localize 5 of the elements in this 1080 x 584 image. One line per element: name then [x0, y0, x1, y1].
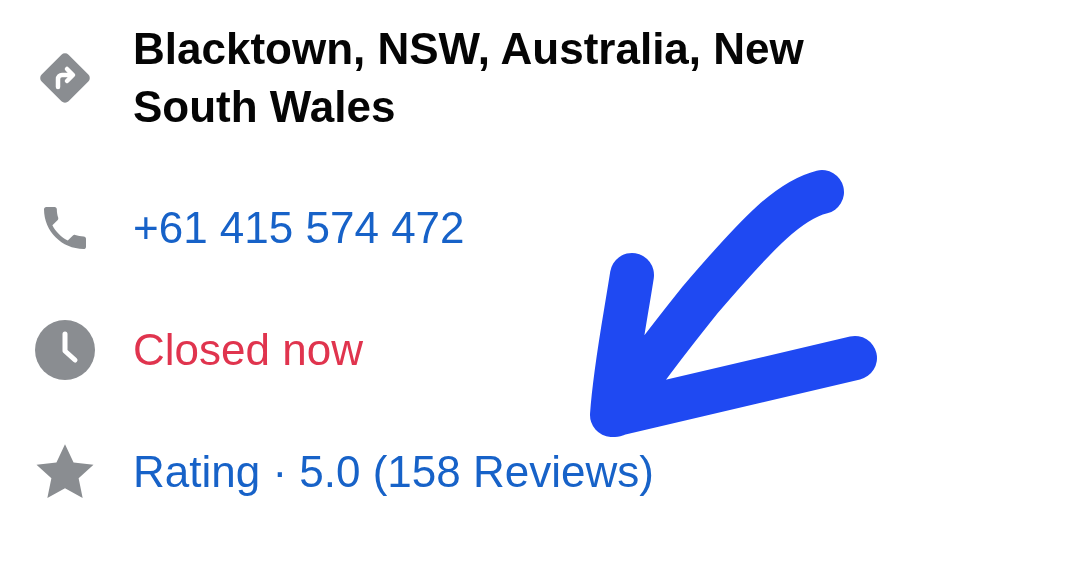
phone-link[interactable]: +61 415 574 472 — [133, 199, 465, 257]
rating-link[interactable]: Rating · 5.0 (158 Reviews) — [133, 443, 654, 501]
clock-icon — [34, 320, 95, 380]
address-text: Blacktown, NSW, Australia, New South Wales — [133, 23, 805, 133]
hours-status: Closed now — [133, 324, 363, 376]
